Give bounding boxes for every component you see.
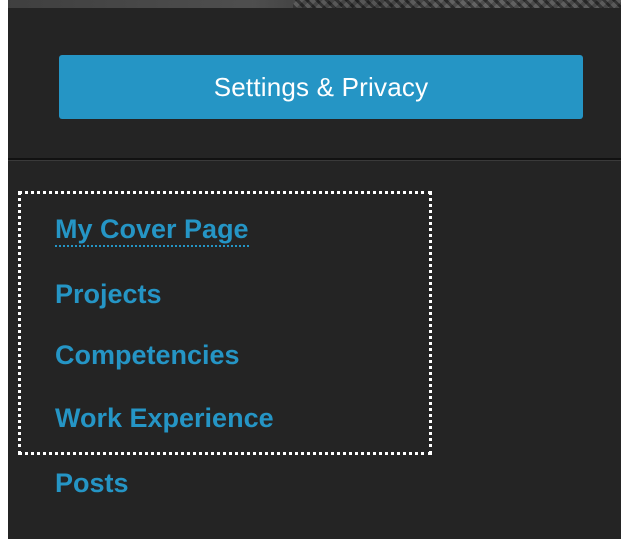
nav-link-my-cover-page[interactable]: My Cover Page <box>55 213 249 247</box>
menu-divider <box>8 158 621 161</box>
nav-link-work-experience[interactable]: Work Experience <box>55 402 274 434</box>
page-frame: Settings & Privacy My Cover Page Project… <box>0 0 621 539</box>
nav-link-projects[interactable]: Projects <box>55 278 162 310</box>
nav-link-competencies[interactable]: Competencies <box>55 339 240 371</box>
settings-privacy-button[interactable]: Settings & Privacy <box>59 55 583 119</box>
nav-link-posts[interactable]: Posts <box>55 467 129 499</box>
